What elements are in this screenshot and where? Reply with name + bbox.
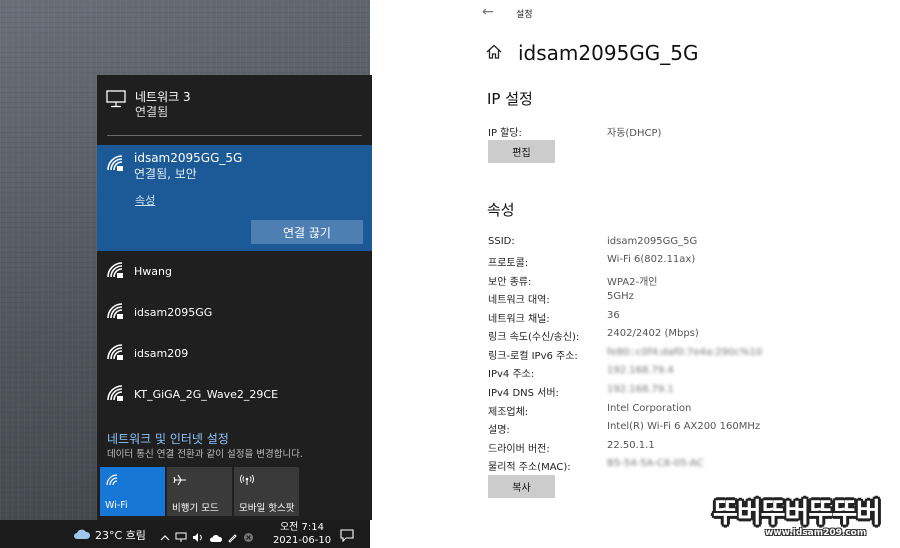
network-flyout: 네트워크 3 연결됨 idsam2095GG_5G 연결됨, 보안 속성 연결 … (97, 75, 372, 520)
watermark-logo: 뚜버뚜버뚜뚜버 www.idsam209.com (710, 488, 900, 548)
network-ssid: idsam209 (134, 347, 189, 360)
watermark-text: 뚜버뚜버뚜뚜버 (713, 498, 881, 529)
ip-settings-heading: IP 설정 (487, 90, 533, 108)
clock-time: 오전 7:14 (279, 522, 325, 533)
property-label: SSID: (488, 236, 515, 247)
network-ssid: Hwang (134, 265, 172, 278)
property-label: 제조업체: (488, 407, 529, 418)
property-value: 2402/2402 (Mbps) (607, 328, 699, 339)
ethernet-status: 연결됨 (135, 105, 169, 119)
property-label: 네트워크 채널: (488, 314, 550, 325)
disconnect-button[interactable]: 연결 끊기 (251, 220, 363, 244)
property-value: WPA2-개인 (607, 277, 658, 288)
chevron-up-icon[interactable] (160, 528, 170, 547)
property-value: Wi-Fi 6(802.11ax) (607, 254, 696, 265)
network-tray-icon[interactable] (175, 528, 187, 547)
wifi-secured-icon (106, 154, 126, 176)
property-value-redacted: fe80::c0f4:daf0:7e4a:290c%10 (607, 347, 763, 358)
airplane-mode-tile[interactable]: 비행기 모드 (167, 467, 232, 516)
tile-label: 모바일 핫스팟 (239, 503, 295, 514)
page-title: idsam2095GG_5G (518, 41, 699, 65)
edit-button[interactable]: 편집 (488, 140, 555, 163)
property-label: 링크 속도(수신/송신): (488, 332, 580, 343)
network-item-idsam2095gg[interactable]: idsam2095GG (97, 292, 372, 332)
airplane-icon (173, 474, 187, 489)
notification-icon[interactable] (340, 527, 354, 546)
ip-assignment-value: 자동(DHCP) (607, 128, 662, 139)
desktop-pc-icon (106, 90, 126, 112)
cloud-icon (73, 528, 91, 543)
property-label: 드라이버 버전: (488, 444, 550, 455)
copy-button[interactable]: 복사 (488, 475, 555, 498)
wifi-secured-icon (106, 384, 126, 406)
property-value-redacted: 192.168.79.4 (607, 365, 674, 376)
tile-label: 비행기 모드 (172, 503, 219, 514)
property-value: 22.50.1.1 (607, 440, 655, 451)
ethernet-connection[interactable]: 네트워크 3 연결됨 (97, 75, 372, 137)
watermark-url: www.idsam209.com (765, 528, 867, 538)
network-ssid: KT_GiGA_2G_Wave2_29CE (134, 388, 279, 401)
property-label: 물리적 주소(MAC): (488, 462, 571, 473)
wifi-toggle-tile[interactable]: Wi-Fi (100, 467, 165, 516)
divider (107, 135, 362, 136)
weather-text: 23°C 흐림 (95, 529, 146, 542)
taskbar: 23°C 흐림 오전 7:14 2021-06-10 (0, 520, 370, 548)
hotspot-icon (240, 474, 254, 489)
property-label: 보안 종류: (488, 277, 532, 288)
wifi-secured-icon (106, 343, 126, 365)
network-item-idsam209[interactable]: idsam209 (97, 333, 372, 373)
network-settings-link[interactable]: 네트워크 및 인터넷 설정 (107, 430, 229, 447)
close-circle-icon[interactable] (243, 528, 254, 547)
property-label: IPv4 DNS 서버: (488, 388, 559, 399)
active-network-status: 연결됨, 보안 (134, 167, 197, 181)
property-label: 네트워크 대역: (488, 295, 550, 306)
settings-window: ← 설정 idsam2095GG_5G IP 설정 IP 할당: 자동(DHCP… (470, 0, 900, 548)
wifi-secured-icon (106, 261, 126, 283)
property-value: 36 (607, 310, 620, 321)
property-value: Intel Corporation (607, 403, 692, 414)
back-arrow-icon[interactable]: ← (482, 4, 494, 20)
system-tray (160, 528, 254, 547)
app-title: 설정 (516, 10, 533, 20)
network-item-hwang[interactable]: Hwang (97, 251, 372, 291)
property-label: IPv4 주소: (488, 369, 535, 380)
network-settings-description: 데이터 통신 연결 전환과 같이 설정을 변경합니다. (107, 449, 303, 460)
clock-date: 2021-06-10 (272, 535, 332, 546)
weather-widget[interactable]: 23°C 흐림 (73, 527, 146, 543)
ip-assignment-label: IP 할당: (488, 128, 522, 139)
pen-icon[interactable] (227, 528, 238, 547)
property-value-redacted: B5-54-5A-C8-05-AC (607, 458, 704, 469)
home-icon[interactable] (486, 44, 502, 63)
network-ssid: idsam2095GG (134, 306, 213, 319)
property-label: 링크-로컬 IPv6 주소: (488, 351, 578, 362)
property-label: 프로토콜: (488, 258, 529, 269)
property-value-redacted: 192.168.79.1 (607, 384, 674, 395)
wifi-secured-icon (106, 302, 126, 324)
wifi-icon (106, 474, 118, 489)
property-value: 5GHz (607, 291, 634, 302)
active-network-ssid: idsam2095GG_5G (134, 151, 243, 165)
property-value: Intel(R) Wi-Fi 6 AX200 160MHz (607, 421, 761, 432)
properties-link[interactable]: 속성 (135, 192, 155, 208)
volume-icon[interactable] (192, 528, 204, 547)
desktop-background: 네트워크 3 연결됨 idsam2095GG_5G 연결됨, 보안 속성 연결 … (0, 0, 372, 548)
property-value: idsam2095GG_5G (607, 236, 698, 247)
properties-heading: 속성 (487, 201, 515, 219)
network-item-kt-giga[interactable]: KT_GiGA_2G_Wave2_29CE (97, 374, 372, 414)
property-label: 설명: (488, 425, 510, 436)
mobile-hotspot-tile[interactable]: 모바일 핫스팟 (234, 467, 299, 516)
screen: 네트워크 3 연결됨 idsam2095GG_5G 연결됨, 보안 속성 연결 … (0, 0, 900, 548)
onedrive-icon[interactable] (209, 528, 223, 547)
active-network[interactable]: idsam2095GG_5G 연결됨, 보안 속성 연결 끊기 (97, 145, 372, 251)
tile-label: Wi-Fi (105, 500, 128, 511)
taskbar-clock[interactable]: 오전 7:14 2021-06-10 (272, 521, 332, 547)
